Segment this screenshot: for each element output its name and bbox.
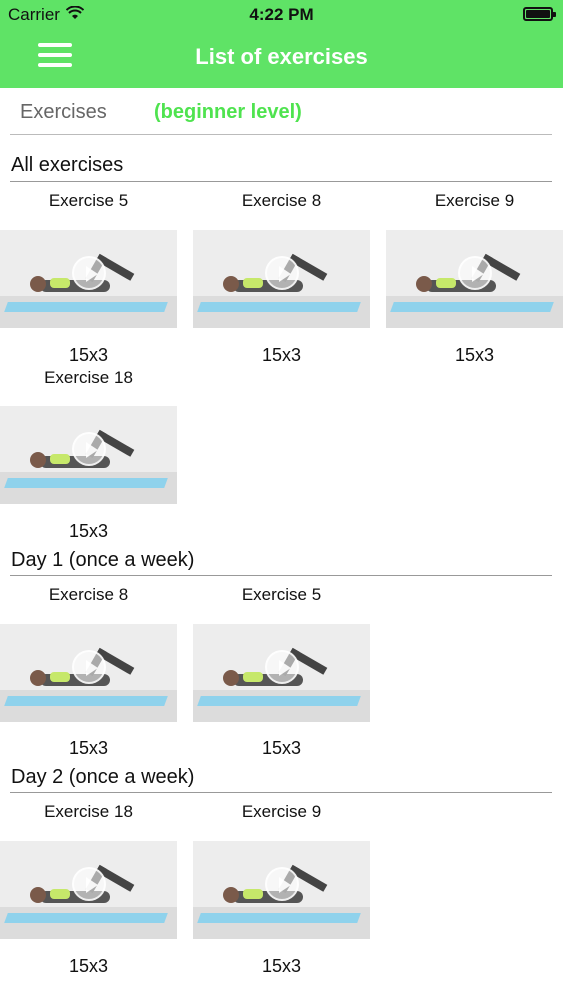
- exercise-name: Exercise 8: [241, 191, 322, 210]
- exercise-card[interactable]: Exercise 9 15x3: [386, 191, 563, 371]
- section-title-day-1: Day 1 (once a week): [11, 549, 195, 571]
- exercise-sets: 15x3: [261, 738, 302, 758]
- section-divider: [10, 792, 552, 793]
- exercise-video-thumbnail[interactable]: [0, 406, 177, 504]
- play-icon[interactable]: [265, 650, 299, 684]
- play-icon[interactable]: [265, 867, 299, 901]
- battery-icon: [523, 7, 556, 21]
- exercise-video-thumbnail[interactable]: [0, 624, 177, 722]
- exercise-name: Exercise 5: [241, 585, 322, 604]
- exercise-video-thumbnail[interactable]: [386, 230, 563, 328]
- exercise-card[interactable]: Exercise 18 15x3: [0, 802, 177, 982]
- exercise-name: Exercise 8: [48, 585, 129, 604]
- exercise-video-thumbnail[interactable]: [193, 230, 370, 328]
- exercise-sets: 15x3: [261, 956, 302, 976]
- exercise-card[interactable]: Exercise 8 15x3: [193, 191, 370, 371]
- play-icon[interactable]: [72, 650, 106, 684]
- section-divider: [10, 575, 552, 576]
- exercise-video-thumbnail[interactable]: [193, 841, 370, 939]
- play-icon[interactable]: [72, 256, 106, 290]
- play-icon[interactable]: [458, 256, 492, 290]
- exercise-video-thumbnail[interactable]: [193, 624, 370, 722]
- exercise-sets: 15x3: [454, 345, 495, 365]
- exercise-video-thumbnail[interactable]: [0, 230, 177, 328]
- exercise-card[interactable]: Exercise 8 15x3: [0, 585, 177, 765]
- exercise-video-thumbnail[interactable]: [0, 841, 177, 939]
- tabs-divider: [10, 134, 552, 135]
- play-icon[interactable]: [72, 432, 106, 466]
- exercise-name: Exercise 18: [44, 802, 133, 821]
- exercise-name: Exercise 5: [48, 191, 129, 210]
- exercise-name: Exercise 18: [44, 368, 133, 387]
- status-bar: Carrier 4:22 PM: [0, 0, 563, 30]
- page-title: List of exercises: [195, 44, 368, 69]
- exercise-card[interactable]: Exercise 9 15x3: [193, 802, 370, 982]
- exercise-card[interactable]: Exercise 5 15x3: [0, 191, 177, 371]
- level-tabs: Exercises (beginner level): [0, 95, 563, 135]
- status-time: 4:22 PM: [249, 5, 314, 24]
- section-title-all-exercises: All exercises: [11, 154, 124, 176]
- section-divider: [10, 181, 552, 182]
- exercise-sets: 15x3: [68, 345, 109, 365]
- tab-exercises[interactable]: Exercises: [20, 101, 107, 124]
- exercise-card[interactable]: Exercise 18 15x3: [0, 368, 177, 548]
- tab-beginner-level[interactable]: (beginner level): [154, 101, 302, 124]
- exercise-name: Exercise 9: [434, 191, 515, 210]
- exercise-sets: 15x3: [68, 521, 109, 541]
- section-title-day-2: Day 2 (once a week): [11, 766, 195, 788]
- navigation-bar: Carrier 4:22 PM List of exercises: [0, 0, 563, 88]
- exercise-sets: 15x3: [261, 345, 302, 365]
- exercise-sets: 15x3: [68, 738, 109, 758]
- exercise-card[interactable]: Exercise 5 15x3: [193, 585, 370, 765]
- exercise-sets: 15x3: [68, 956, 109, 976]
- exercise-name: Exercise 9: [241, 802, 322, 821]
- play-icon[interactable]: [72, 867, 106, 901]
- play-icon[interactable]: [265, 256, 299, 290]
